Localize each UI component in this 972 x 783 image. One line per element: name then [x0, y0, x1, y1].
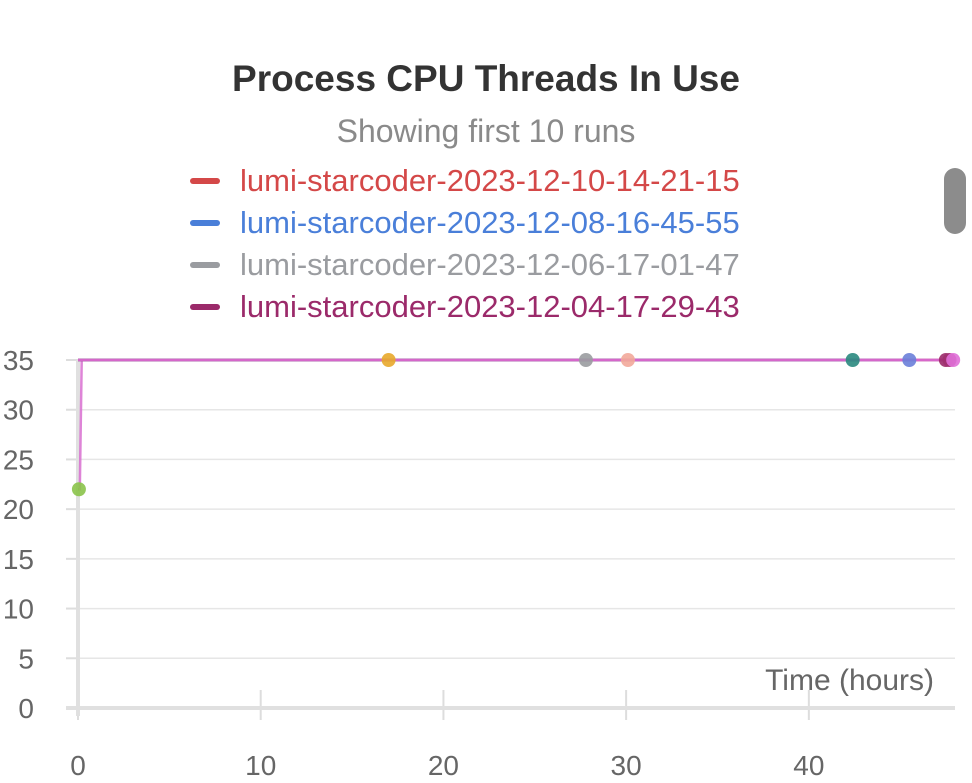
- y-tick-label: 0: [18, 693, 34, 724]
- y-tick-label: 25: [3, 444, 34, 475]
- y-tick-label: 30: [3, 395, 34, 426]
- series-endpoint: [71, 482, 86, 497]
- y-tick-label: 5: [18, 643, 34, 674]
- y-tick-label: 15: [3, 544, 34, 575]
- x-tick-label: 30: [611, 750, 642, 781]
- y-tick-label: 20: [3, 494, 34, 525]
- point-layer: [71, 353, 961, 497]
- series-endpoint: [620, 353, 635, 367]
- grid-layer: [78, 359, 955, 708]
- series-layer: [78, 358, 955, 491]
- x-axis-label: Time (hours): [765, 664, 934, 697]
- series-line: [78, 358, 955, 491]
- series-endpoint: [902, 353, 917, 367]
- plot-area: 0 5 10 15 20 25 30 35 0 10 20 30 40 Time (hours): [3, 345, 961, 781]
- series-endpoint: [381, 353, 396, 367]
- series-endpoint: [845, 353, 860, 367]
- y-tick-label: 10: [3, 594, 34, 625]
- y-tick-label: 35: [3, 345, 34, 376]
- x-tick-label: 0: [70, 750, 86, 781]
- x-tick-label: 20: [428, 750, 459, 781]
- chart-panel: Process CPU Threads In Use Showing first…: [0, 0, 972, 783]
- x-tick-label: 10: [245, 750, 276, 781]
- series-endpoint: [578, 353, 593, 367]
- series-endpoint: [946, 353, 961, 367]
- x-tick-label: 40: [793, 750, 824, 781]
